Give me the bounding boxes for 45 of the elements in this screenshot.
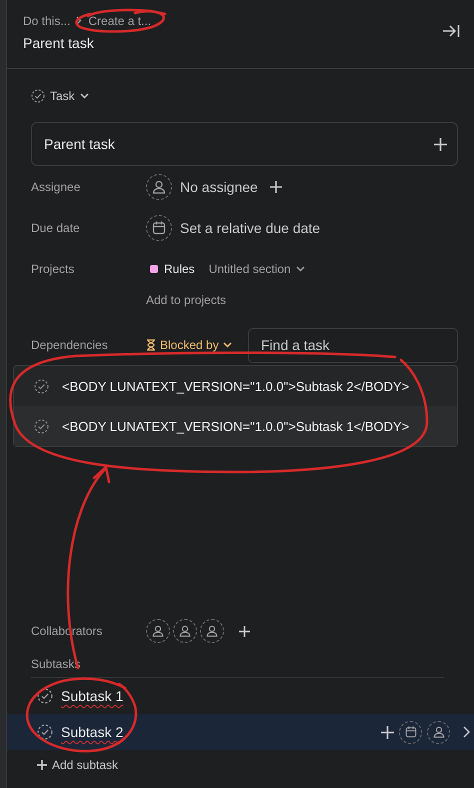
person-icon[interactable] (427, 720, 450, 744)
check-circle-icon[interactable] (37, 724, 53, 740)
plus-icon (37, 760, 47, 770)
plus-icon[interactable] (239, 626, 250, 636)
field-label: Due date (31, 220, 81, 234)
person-icon[interactable] (146, 174, 172, 200)
blocked-by-dropdown[interactable]: Blocked by (146, 338, 248, 352)
panel-title: Parent task (23, 34, 95, 50)
calendar-icon[interactable] (399, 720, 422, 744)
hourglass-icon (146, 339, 156, 351)
plus-icon[interactable] (270, 180, 282, 192)
collapse-panel-icon[interactable] (442, 24, 460, 38)
chevron-down-icon (222, 342, 232, 348)
find-task-field[interactable]: Find a task (248, 328, 458, 362)
check-circle-icon (34, 378, 49, 394)
add-to-projects-link[interactable]: Add to projects (146, 293, 226, 307)
person-icon[interactable] (146, 619, 170, 643)
breadcrumb-link[interactable]: Do this... (23, 14, 70, 28)
plus-icon[interactable] (381, 726, 394, 738)
chevron-right-icon[interactable] (463, 726, 470, 738)
check-circle-icon (31, 89, 45, 103)
subtask-name[interactable]: Subtask 1 (61, 688, 124, 704)
task-result-item[interactable]: <BODY LUNATEXT_VERSION="1.0.0">Subtask 1</BODY> (14, 406, 457, 446)
add-subtask-button[interactable]: Add subtask (31, 758, 118, 772)
field-label: Assignee (31, 180, 82, 194)
field-label: Projects (31, 262, 76, 276)
field-label: Dependencies (31, 338, 108, 352)
check-circle-icon[interactable] (37, 688, 53, 704)
calendar-icon[interactable] (146, 214, 172, 240)
chevron-right-icon (76, 16, 82, 25)
task-type-button[interactable]: Task (31, 87, 89, 105)
check-circle-icon (34, 418, 49, 434)
assignee-value[interactable]: No assignee (180, 178, 258, 194)
plus-icon[interactable] (434, 138, 447, 150)
due-date-value[interactable]: Set a relative due date (180, 220, 320, 236)
breadcrumb-link[interactable]: Create a t... (88, 14, 152, 28)
project-name[interactable]: Rules (164, 262, 195, 276)
subtask-name[interactable]: Subtask 2 (61, 724, 124, 740)
task-name-field[interactable]: Parent task (44, 136, 115, 152)
section-dropdown[interactable]: Untitled section (208, 262, 305, 276)
chevron-down-icon (296, 266, 305, 272)
chevron-down-icon (80, 93, 89, 99)
task-result-item[interactable]: <BODY LUNATEXT_VERSION="1.0.0">Subtask 2</BODY> (14, 366, 457, 406)
person-icon[interactable] (173, 619, 197, 643)
person-icon[interactable] (200, 619, 224, 643)
